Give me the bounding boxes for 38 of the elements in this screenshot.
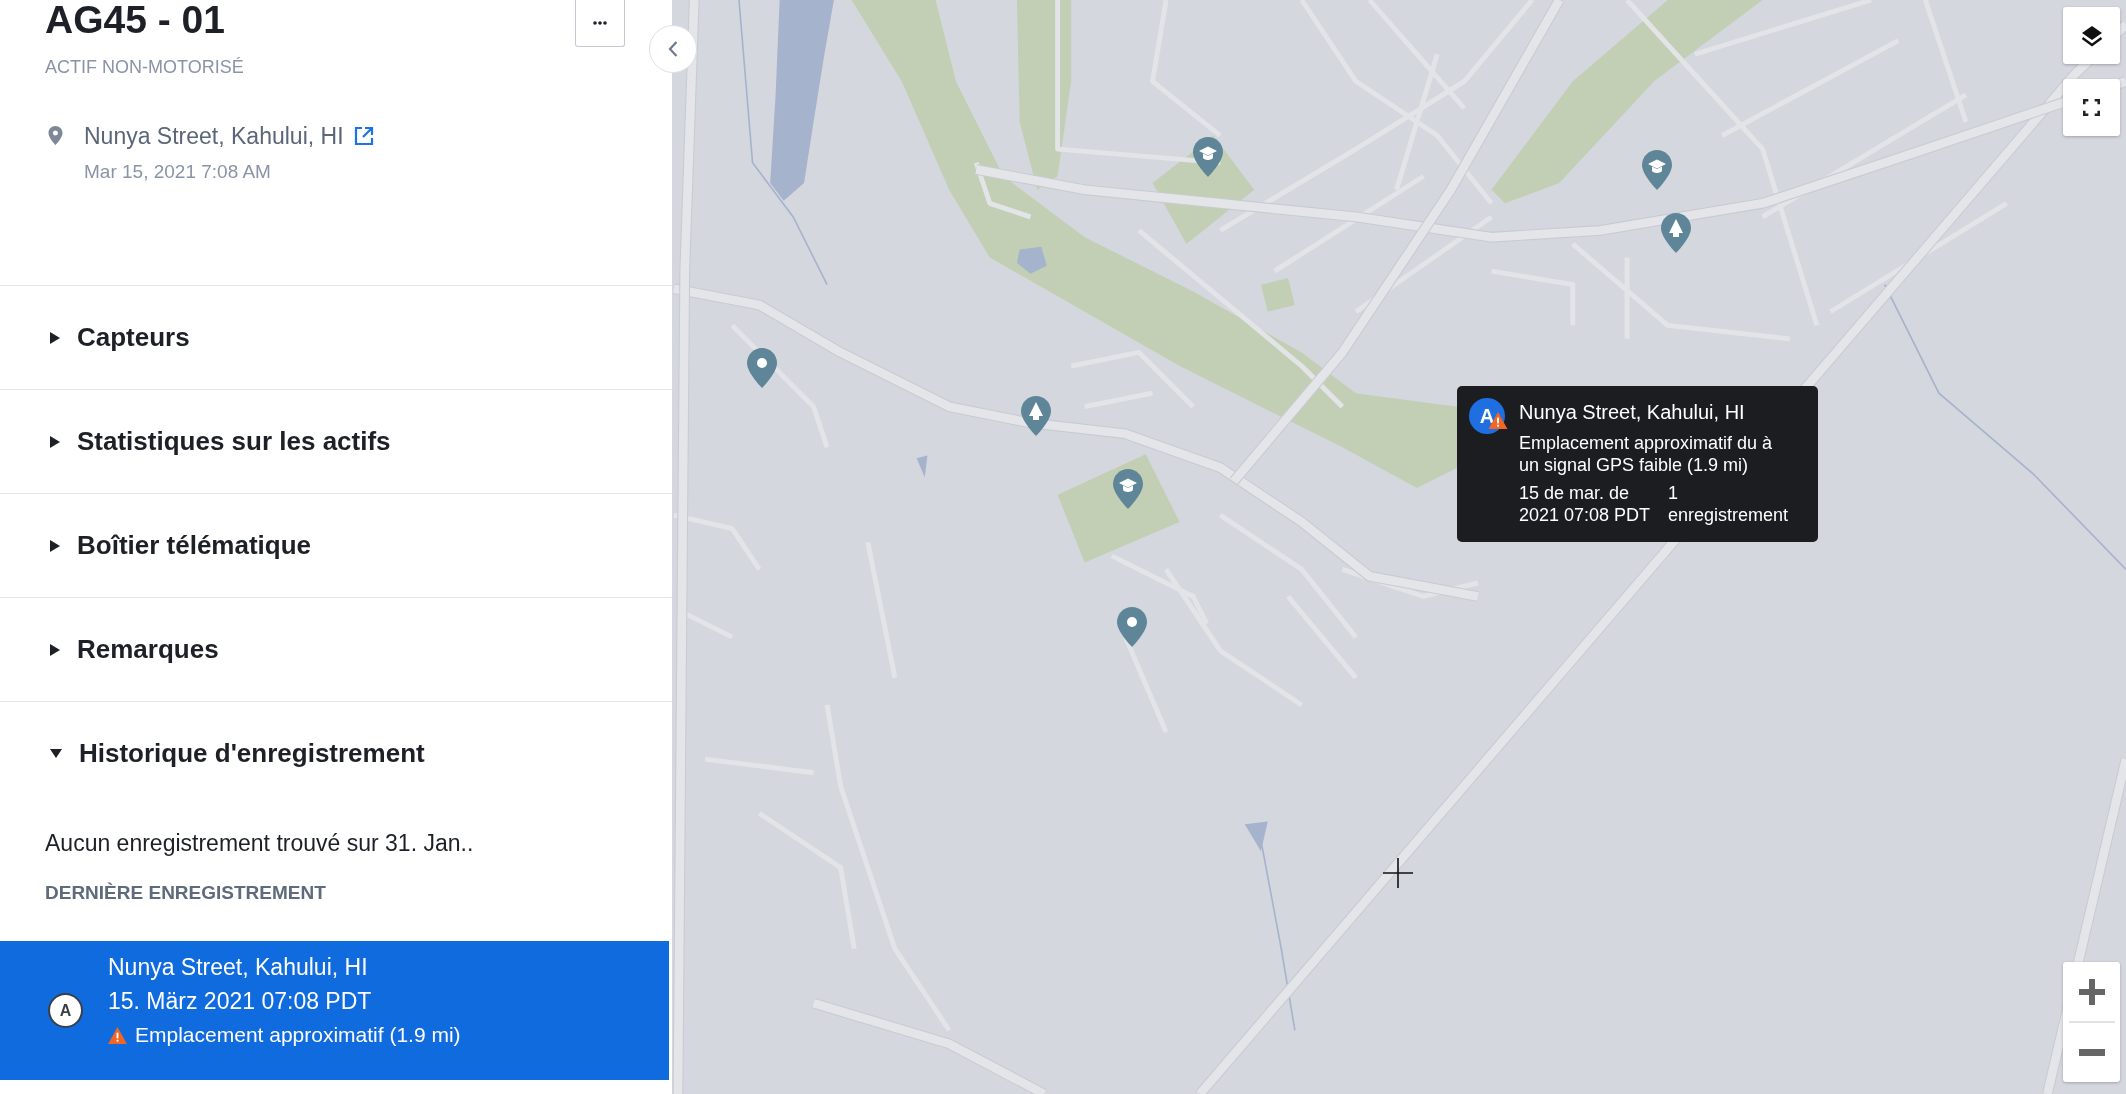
plus-icon xyxy=(2078,978,2105,1005)
record-address: Nunya Street, Kahului, HI xyxy=(108,953,369,982)
map-pin-icon[interactable] xyxy=(1117,607,1147,647)
layers-button[interactable] xyxy=(2063,7,2120,64)
school-pin-icon[interactable] xyxy=(1193,137,1223,177)
more-icon xyxy=(593,21,607,25)
location-pin-icon xyxy=(48,126,63,145)
asset-type: ACTIF NON-MOTORISÉ xyxy=(45,56,245,79)
empty-message: Aucun enregistrement trouvé sur 31. Jan.. xyxy=(45,829,475,858)
asset-title: AG45 - 01 xyxy=(45,0,225,42)
warning-text: Emplacement approximatif (1.9 mi) xyxy=(135,1022,461,1048)
tooltip-time: 15 de mar. de 2021 07:08 PDT xyxy=(1519,482,1652,526)
marker-badge: A xyxy=(48,993,83,1028)
tooltip-address: Nunya Street, Kahului, HI xyxy=(1519,400,1746,425)
tooltip-count: 1 enregistrement xyxy=(1668,482,1790,526)
fullscreen-icon xyxy=(2083,99,2100,116)
location-timestamp: Mar 15, 2021 7:08 AM xyxy=(84,160,272,184)
tooltip-message: Emplacement approximatif du à un signal GPS faible (1.9 mi) xyxy=(1519,432,1774,476)
warning-icon xyxy=(108,1026,127,1044)
history-record[interactable]: A Nunya Street, Kahului, HI 15. März 2021 07:08 PDT Emplacement approximatif (1.9 mi) xyxy=(0,941,669,1080)
external-link-icon[interactable] xyxy=(353,126,374,146)
street xyxy=(973,161,1032,220)
records-heading: DERNIÈRE ENREGISTREMENT xyxy=(45,881,327,905)
pond xyxy=(1016,246,1047,274)
location-address: Nunya Street, Kahului, HI xyxy=(84,122,344,151)
chevron-left-icon xyxy=(668,41,678,57)
minus-icon xyxy=(2078,1049,2105,1056)
crosshair-icon xyxy=(1383,858,1413,888)
pond xyxy=(1244,821,1268,852)
tree-pin-icon[interactable] xyxy=(1661,213,1691,253)
map-pin-icon[interactable] xyxy=(747,348,777,388)
school-pin-icon[interactable] xyxy=(1113,469,1143,509)
school-pin-icon[interactable] xyxy=(1642,150,1672,190)
tree-pin-icon[interactable] xyxy=(1021,396,1051,436)
pond xyxy=(916,455,928,478)
layers-icon xyxy=(2080,24,2103,47)
record-time: 15. März 2021 07:08 PDT xyxy=(108,987,373,1016)
fullscreen-button[interactable] xyxy=(2063,79,2120,136)
